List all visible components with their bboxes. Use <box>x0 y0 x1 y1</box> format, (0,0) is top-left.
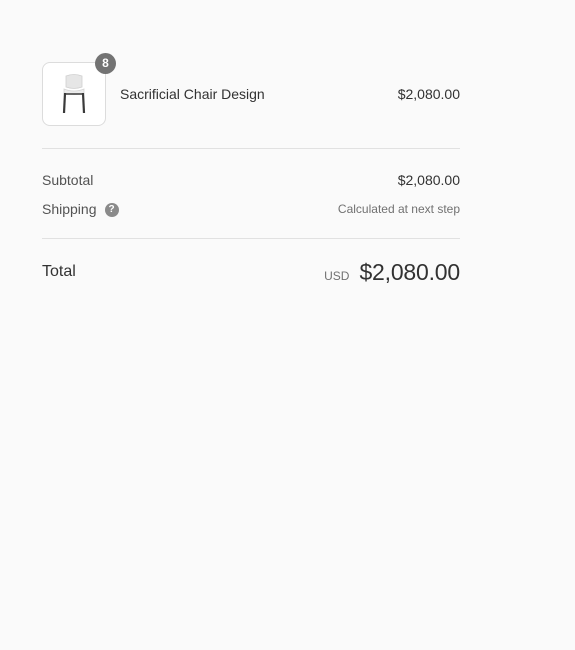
subtotal-row: Subtotal $2,080.00 <box>42 171 460 189</box>
grand-total: $2,080.00 <box>359 258 460 285</box>
shipping-row: Shipping ? Calculated at next step <box>42 200 460 218</box>
product-thumbnail <box>42 62 106 126</box>
currency-code: USD <box>324 268 350 283</box>
line-item: 8 Sacrificial Chair Design $2,080.00 <box>42 53 460 126</box>
order-summary: 8 Sacrificial Chair Design $2,080.00 Sub… <box>42 53 460 285</box>
subtotal-value: $2,080.00 <box>397 172 460 188</box>
shipping-value: Calculated at next step <box>337 202 460 216</box>
total-row: Total USD $2,080.00 <box>42 259 460 285</box>
chair-icon <box>62 74 86 114</box>
product-name: Sacrificial Chair Design <box>120 86 265 102</box>
product-thumbnail-wrapper: 8 <box>42 53 116 126</box>
divider <box>42 148 460 149</box>
shipping-label-group: Shipping ? <box>42 201 119 217</box>
product-price: $2,080.00 <box>397 86 460 102</box>
shipping-label: Shipping <box>42 201 97 217</box>
total-label: Total <box>42 263 76 280</box>
question-circle-icon[interactable]: ? <box>104 203 119 217</box>
divider <box>42 238 460 239</box>
quantity-badge: 8 <box>95 53 116 74</box>
total-value-group: USD $2,080.00 <box>324 259 460 286</box>
subtotal-label: Subtotal <box>42 172 94 188</box>
